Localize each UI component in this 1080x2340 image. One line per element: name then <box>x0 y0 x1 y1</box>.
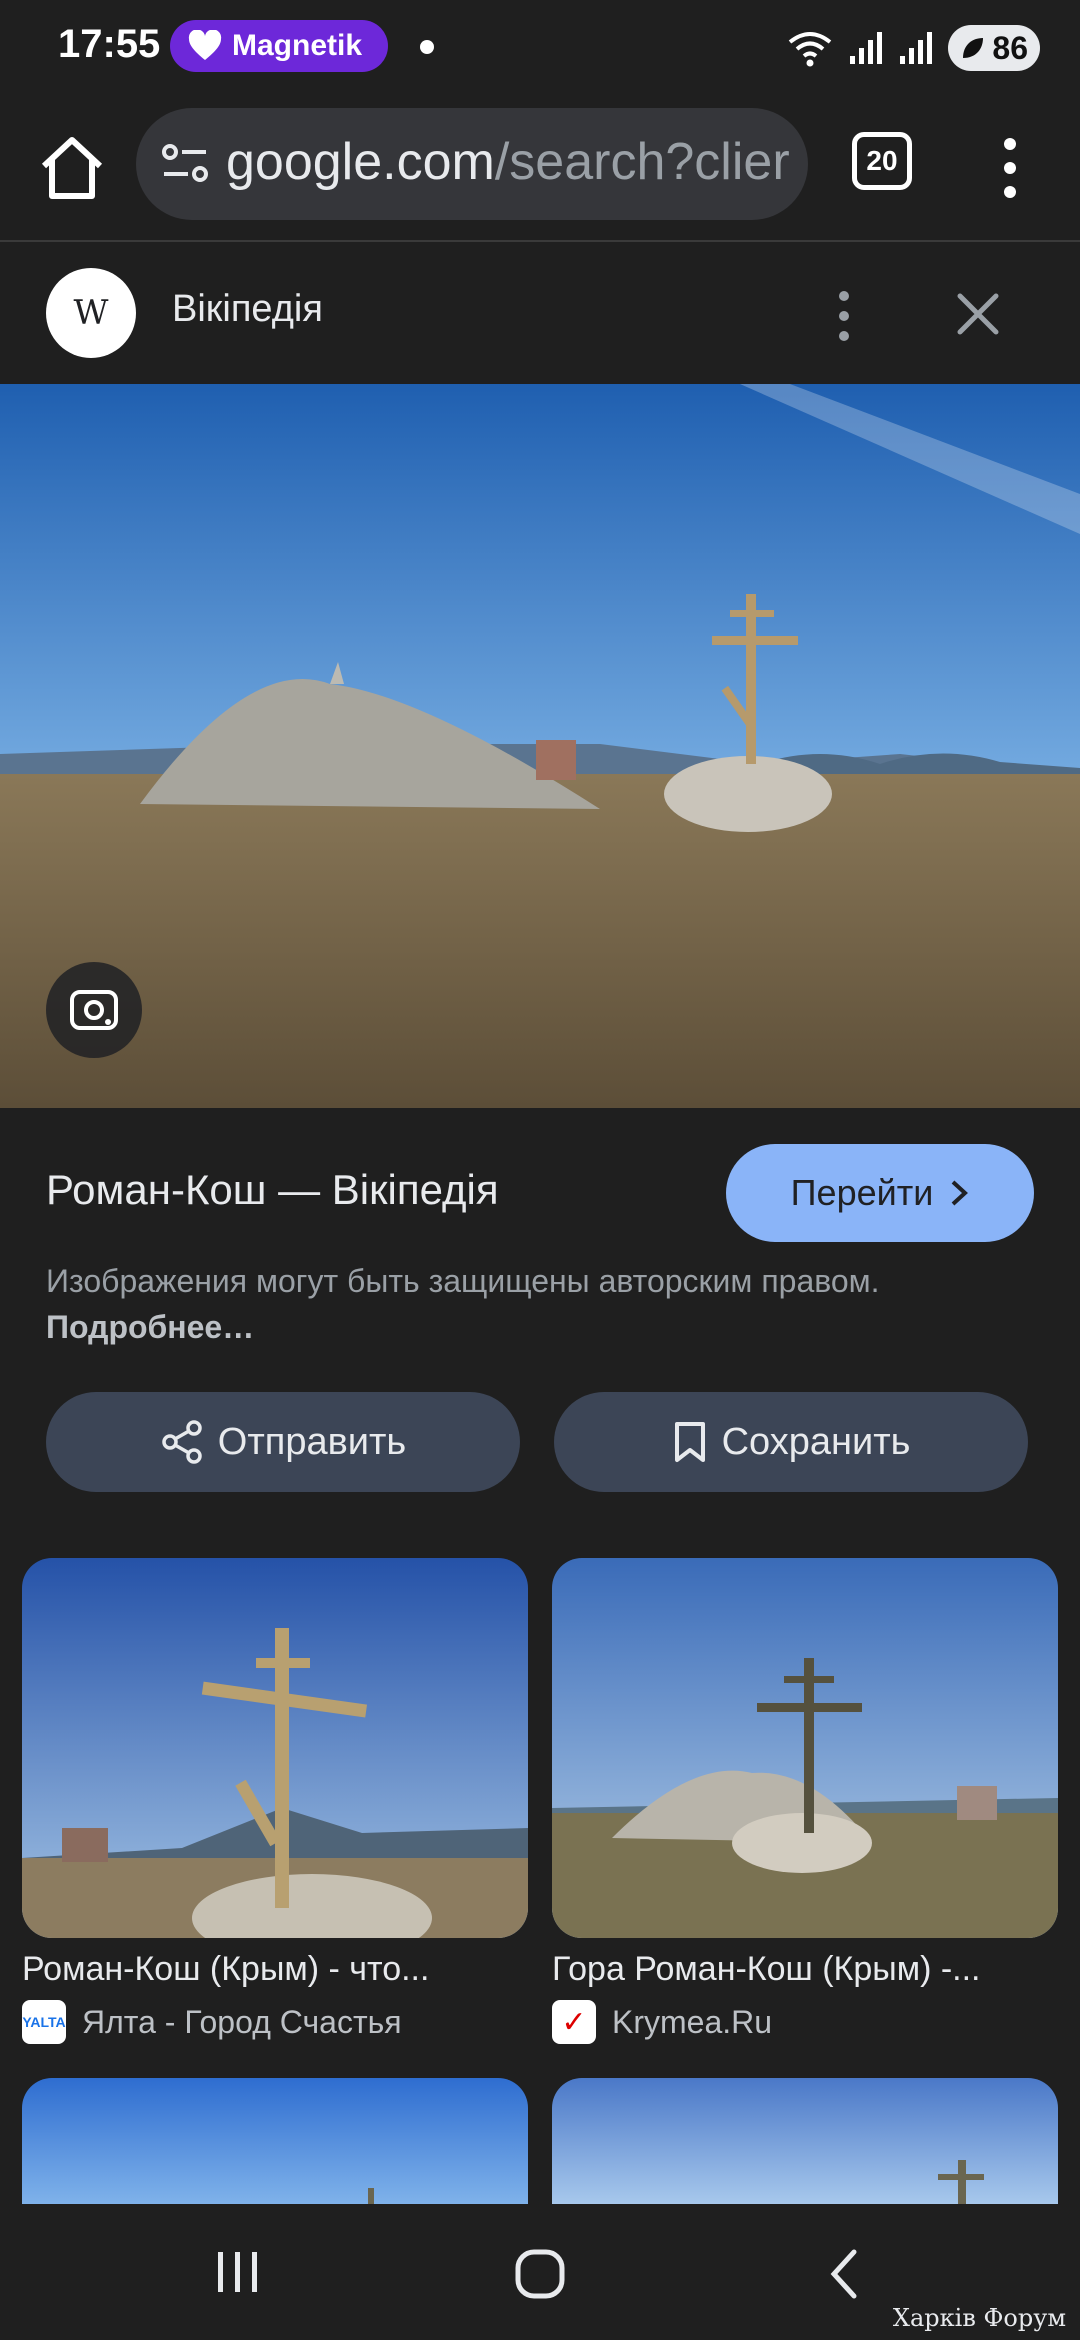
related-title[interactable]: Роман-Кош (Крым) - что... <box>22 1950 528 1989</box>
recent-apps-icon[interactable] <box>214 2248 262 2296</box>
wikipedia-logo: W <box>46 268 136 358</box>
heart-icon <box>188 30 222 60</box>
related-source[interactable]: ✓ Krymea.Ru <box>552 2000 772 2044</box>
status-icons: 86 <box>786 22 1040 74</box>
related-source[interactable]: YALTA Ялта - Город Счастья <box>22 2000 402 2044</box>
cross-silhouette <box>368 2188 374 2204</box>
signal-icon <box>850 32 883 64</box>
chevron-right-icon <box>951 1180 969 1206</box>
krymea-favicon: ✓ <box>552 2000 596 2044</box>
related-thumbnail[interactable] <box>552 1558 1058 1938</box>
related-thumbnail[interactable] <box>552 2078 1058 2204</box>
save-button[interactable]: Сохранить <box>554 1392 1028 1492</box>
yalta-favicon: YALTA <box>22 2000 66 2044</box>
url-text[interactable]: google.com/search?clier <box>226 132 790 192</box>
thumbnail-photo <box>552 1558 1058 1938</box>
goto-button[interactable]: Перейти <box>726 1144 1034 1242</box>
share-icon <box>162 1420 202 1464</box>
save-label: Сохранить <box>721 1420 911 1463</box>
battery-indicator: 86 <box>948 25 1040 71</box>
related-source-name: Krymea.Ru <box>612 2003 773 2040</box>
google-lens-button[interactable] <box>46 962 142 1058</box>
browser-toolbar: google.com/search?clier 20 <box>0 96 1080 242</box>
tab-switcher-button[interactable]: 20 <box>852 132 912 190</box>
url-bar[interactable]: google.com/search?clier <box>136 108 808 220</box>
cross-silhouette <box>958 2160 966 2204</box>
cross-beam <box>938 2174 984 2180</box>
bookmark-icon <box>674 1422 705 1462</box>
leaf-icon <box>963 38 984 58</box>
home-nav-icon[interactable] <box>514 2248 566 2300</box>
watermark: Харків Форум <box>892 2304 1066 2332</box>
home-icon[interactable] <box>34 130 110 206</box>
related-source-name: Ялта - Город Счастья <box>82 2003 402 2040</box>
goto-label: Перейти <box>790 1172 934 1213</box>
thumbnail-photo <box>22 1558 528 1938</box>
system-nav-bar: Харків Форум <box>0 2204 1080 2340</box>
related-title[interactable]: Гора Роман-Кош (Крым) -... <box>552 1950 1058 1989</box>
back-icon[interactable] <box>824 2246 864 2302</box>
notification-app-name: Magnetik <box>232 29 363 62</box>
lens-icon <box>70 990 118 1030</box>
source-header: W Вікіпедія <box>0 242 1080 384</box>
battery-level: 86 <box>992 29 1028 66</box>
result-title: Роман-Кош — Вікіпедія <box>46 1166 499 1213</box>
source-name[interactable]: Вікіпедія <box>172 288 323 331</box>
notification-dot <box>420 40 434 54</box>
url-path: /search?clier <box>494 133 790 191</box>
source-more-icon[interactable] <box>826 286 862 346</box>
copyright-notice: Изображения могут быть защищены авторски… <box>46 1258 906 1350</box>
more-vert-icon[interactable] <box>990 130 1030 206</box>
site-settings-icon[interactable] <box>158 136 212 190</box>
status-bar: 17:55 Magnetik 86 <box>0 0 1080 96</box>
notification-pill: Magnetik <box>170 20 389 72</box>
copyright-text: Изображения могут быть защищены авторски… <box>46 1263 880 1299</box>
signal-icon-2 <box>900 32 933 64</box>
wifi-icon <box>789 32 832 67</box>
related-thumbnail[interactable] <box>22 2078 528 2204</box>
related-thumbnail[interactable] <box>22 1558 528 1938</box>
learn-more-link[interactable]: Подробнее… <box>46 1309 254 1345</box>
mountain-cross-photo <box>0 384 1080 1108</box>
share-label: Отправить <box>217 1420 407 1463</box>
url-host: google.com <box>226 133 495 191</box>
main-image[interactable] <box>0 384 1080 1108</box>
share-button[interactable]: Отправить <box>46 1392 520 1492</box>
close-icon[interactable] <box>948 284 1008 344</box>
status-time: 17:55 <box>58 22 161 66</box>
